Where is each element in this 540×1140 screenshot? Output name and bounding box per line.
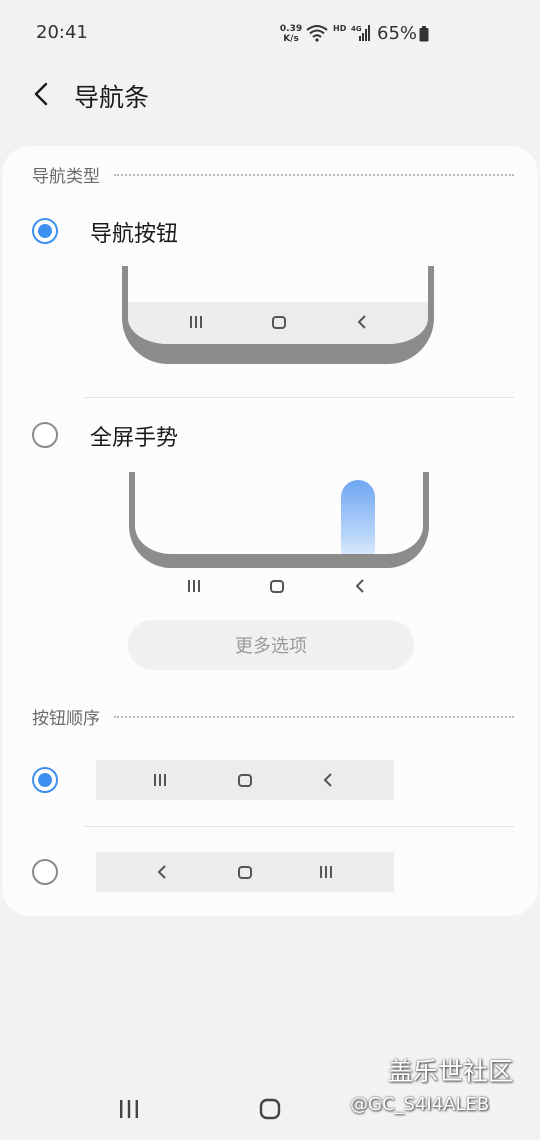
home-icon — [238, 774, 252, 787]
battery-percent: 65% — [377, 23, 418, 44]
network-type-label: 4G — [351, 25, 362, 33]
home-icon[interactable] — [259, 1098, 281, 1120]
home-icon — [272, 316, 286, 329]
gestures-preview[interactable] — [129, 472, 429, 568]
option-divider — [84, 826, 514, 827]
back-icon — [157, 865, 166, 879]
gestures-radio[interactable] — [32, 422, 58, 448]
swipe-gesture-indicator — [341, 480, 375, 554]
order-back-home-recents-preview[interactable] — [96, 852, 394, 892]
nav-buttons-radio[interactable] — [32, 218, 58, 244]
nav-type-section-header: 导航类型 — [32, 162, 514, 187]
preview-nav-strip — [128, 302, 428, 344]
network-speed-value: 0.39 — [279, 24, 303, 34]
settings-card: 导航类型 导航按钮 全屏手势 更多选项 按钮顺序 — [2, 146, 538, 916]
back-icon — [355, 579, 364, 593]
recents-icon — [320, 866, 332, 878]
nav-buttons-preview[interactable] — [122, 266, 434, 364]
page-title: 导航条 — [74, 83, 150, 112]
gestures-label[interactable]: 全屏手势 — [90, 420, 178, 452]
section-divider-dots — [114, 715, 514, 718]
recents-icon — [154, 774, 166, 786]
signal-icon: 4G — [351, 25, 370, 41]
battery-icon — [419, 26, 429, 42]
recents-icon — [190, 316, 202, 328]
recents-icon[interactable] — [118, 1098, 140, 1120]
button-order-section-header: 按钮顺序 — [32, 704, 514, 729]
order-recents-home-back-preview[interactable] — [96, 760, 394, 800]
status-time: 20:41 — [36, 22, 88, 43]
wifi-icon — [306, 25, 328, 42]
recents-icon — [188, 580, 200, 592]
network-speed: 0.39 K/s — [278, 24, 304, 44]
button-order-section-label: 按钮顺序 — [32, 709, 100, 729]
more-options-button[interactable]: 更多选项 — [128, 620, 414, 670]
chevron-left-icon[interactable] — [30, 80, 54, 108]
app-header: 导航条 — [0, 70, 540, 120]
nav-type-section-label: 导航类型 — [32, 167, 100, 187]
home-icon — [238, 866, 252, 879]
status-bar: 20:41 0.39 K/s HD 4G 65% — [0, 0, 540, 68]
system-nav-bar — [0, 1080, 540, 1140]
order-back-home-recents-radio[interactable] — [32, 859, 58, 885]
home-icon — [270, 580, 284, 593]
order-recents-home-back-radio[interactable] — [32, 767, 58, 793]
network-speed-unit: K/s — [283, 34, 299, 44]
section-divider-dots — [114, 173, 514, 176]
back-icon — [357, 315, 366, 329]
back-icon — [323, 773, 332, 787]
hd-badge: HD — [333, 24, 347, 33]
nav-buttons-label[interactable]: 导航按钮 — [90, 216, 178, 248]
option-divider — [84, 397, 514, 398]
